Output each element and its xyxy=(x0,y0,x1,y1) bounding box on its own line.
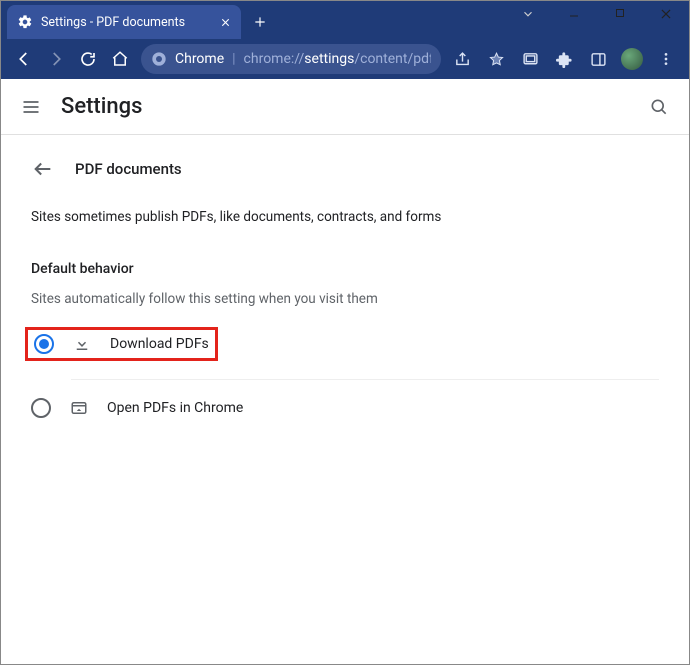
address-bar[interactable]: Chrome | chrome://settings/content/pdfDo… xyxy=(141,44,441,74)
profile-avatar[interactable] xyxy=(617,44,647,74)
option-download-pdfs[interactable]: Download PDFs xyxy=(31,319,659,373)
browser-tab[interactable]: Settings - PDF documents xyxy=(7,5,241,39)
settings-header: Settings xyxy=(1,79,689,135)
chevron-down-icon[interactable] xyxy=(505,1,551,33)
radio-unselected-icon[interactable] xyxy=(31,398,51,418)
browser-toolbar: Chrome | chrome://settings/content/pdfDo… xyxy=(1,39,689,79)
nav-forward-button[interactable] xyxy=(41,43,71,75)
page-description: Sites sometimes publish PDFs, like docum… xyxy=(31,209,659,225)
page-title: PDF documents xyxy=(75,160,182,178)
back-arrow-icon[interactable] xyxy=(31,157,55,181)
url-text: chrome://settings/content/pdfDo… xyxy=(244,51,431,67)
option-label: Download PDFs xyxy=(110,336,209,352)
window-close-button[interactable] xyxy=(643,1,689,33)
bookmark-star-icon[interactable] xyxy=(481,44,511,74)
section-description: Sites automatically follow this setting … xyxy=(31,291,659,307)
extensions-icon[interactable] xyxy=(549,44,579,74)
window-controls xyxy=(505,1,689,33)
home-button[interactable] xyxy=(105,43,135,75)
option-open-in-chrome[interactable]: Open PDFs in Chrome xyxy=(31,386,659,430)
nav-back-button[interactable] xyxy=(9,43,39,75)
option-label: Open PDFs in Chrome xyxy=(107,400,243,416)
tab-title: Settings - PDF documents xyxy=(41,15,211,30)
menu-icon[interactable] xyxy=(19,95,43,119)
share-icon[interactable] xyxy=(447,44,477,74)
maximize-button[interactable] xyxy=(597,1,643,33)
browser-menu-icon[interactable] xyxy=(651,44,681,74)
settings-content: PDF documents Sites sometimes publish PD… xyxy=(1,135,689,452)
sidepanel-icon[interactable] xyxy=(583,44,613,74)
highlight-box: Download PDFs xyxy=(25,327,218,361)
cast-icon[interactable] xyxy=(515,44,545,74)
settings-title: Settings xyxy=(61,94,629,119)
window-titlebar: Settings - PDF documents xyxy=(1,1,689,39)
divider xyxy=(71,379,659,380)
radio-selected-icon[interactable] xyxy=(34,334,54,354)
chrome-logo-icon xyxy=(151,51,167,67)
open-in-browser-icon xyxy=(69,398,89,418)
site-identity: Chrome xyxy=(175,51,224,67)
download-icon xyxy=(72,334,92,354)
close-tab-icon[interactable] xyxy=(219,16,231,28)
search-icon[interactable] xyxy=(647,95,671,119)
gear-icon xyxy=(17,14,33,30)
minimize-button[interactable] xyxy=(551,1,597,33)
section-title: Default behavior xyxy=(31,261,659,277)
reload-button[interactable] xyxy=(73,43,103,75)
new-tab-button[interactable] xyxy=(245,7,275,37)
